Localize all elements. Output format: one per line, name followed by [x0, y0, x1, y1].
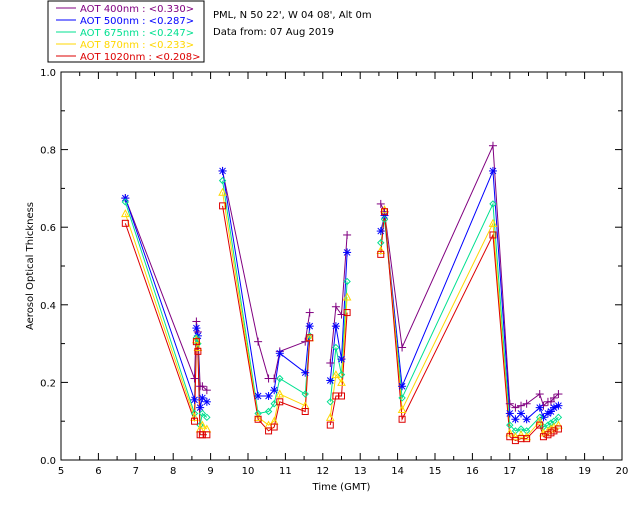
series-line-5 [222, 205, 311, 432]
series-line-4 [380, 209, 559, 438]
data-point-series-2 [343, 248, 352, 257]
data-point-series-1 [305, 308, 314, 317]
x-tick-label: 19 [578, 466, 591, 477]
data-point-series-1 [190, 374, 199, 383]
data-point-series-2 [398, 382, 407, 391]
data-point-series-2 [202, 397, 211, 406]
data-point-series-2 [254, 391, 263, 400]
series-markers [120, 141, 563, 445]
x-tick-label: 5 [58, 466, 64, 477]
x-tick-label: 14 [391, 466, 404, 477]
series-lines [124, 145, 559, 442]
series-line-1 [380, 145, 559, 409]
data-date-text: Data from: 07 Aug 2019 [213, 27, 334, 38]
series-line-4 [222, 192, 311, 426]
data-point-series-1 [254, 337, 263, 346]
x-tick-label: 20 [616, 466, 629, 477]
y-axis-label: Aerosol Optical Thickness [25, 202, 36, 330]
data-point-series-1 [343, 230, 352, 239]
x-tick-label: 11 [279, 466, 292, 477]
x-tick-label: 6 [95, 466, 101, 477]
series-line-2 [380, 170, 559, 420]
data-point-series-2 [190, 395, 199, 404]
data-point-series-2 [522, 415, 531, 424]
x-tick-label: 12 [316, 466, 329, 477]
location-text: PML, N 50 22', W 04 08', Alt 0m [213, 10, 372, 21]
legend-entry-1: AOT 400nm : <0.330> [80, 4, 194, 15]
data-point-series-2 [305, 322, 314, 331]
data-point-series-2 [535, 403, 544, 412]
data-point-series-2 [301, 368, 310, 377]
y-tick-label: 0.0 [40, 456, 56, 467]
data-point-series-2 [275, 349, 284, 358]
y-tick-label: 1.0 [40, 68, 56, 79]
legend-entry-2: AOT 500nm : <0.287> [80, 16, 194, 27]
data-point-series-1 [535, 390, 544, 399]
data-point-series-2 [488, 166, 497, 175]
legend-entry-5: AOT 1020nm : <0.208> [80, 52, 200, 63]
data-point-series-1 [522, 399, 531, 408]
legend-entry-3: AOT 675nm : <0.247> [80, 28, 194, 39]
axis-ticks: 5 6 7 8 9 10 11 12 13 14 15 16 17 18 19 20 0.0 0.2 0.4 0.6 0… [40, 68, 628, 477]
legend-entry-4: AOT 870nm : <0.233> [80, 40, 194, 51]
series-line-1 [124, 197, 208, 391]
x-tick-label: 10 [242, 466, 255, 477]
x-tick-label: 16 [466, 466, 479, 477]
y-tick-label: 0.4 [40, 301, 56, 312]
data-point-series-2 [270, 386, 279, 395]
data-point-series-1 [398, 343, 407, 352]
legend: AOT 400nm : <0.330>AOT 500nm : <0.287>AO… [47, 0, 205, 63]
aot-chart: AOT 400nm : <0.330>AOT 500nm : <0.287>AO… [25, 0, 628, 493]
data-point-series-2 [121, 194, 130, 203]
series-line-5 [380, 211, 559, 442]
y-tick-label: 0.6 [40, 223, 56, 234]
y-tick-label: 0.8 [40, 146, 56, 157]
y-tick-label: 0.2 [40, 378, 56, 389]
x-tick-label: 9 [207, 466, 213, 477]
x-tick-label: 13 [354, 466, 367, 477]
x-axis-label: Time (GMT) [312, 482, 371, 493]
data-point-series-1 [331, 302, 340, 311]
x-tick-label: 18 [541, 466, 554, 477]
data-point-series-2 [376, 227, 385, 236]
x-tick-label: 17 [503, 466, 516, 477]
data-point-series-1 [517, 401, 526, 410]
data-point-series-1 [488, 141, 497, 150]
x-tick-label: 15 [429, 466, 442, 477]
series-line-3 [380, 201, 559, 432]
data-point-series-2 [192, 324, 201, 333]
data-point-series-1 [326, 359, 335, 367]
data-point-series-2 [218, 166, 227, 175]
data-point-series-2 [337, 355, 346, 364]
plot-area [60, 71, 623, 461]
series-line-3 [124, 201, 208, 426]
x-tick-label: 8 [170, 466, 176, 477]
data-point-series-4 [120, 209, 130, 218]
x-tick-label: 7 [133, 466, 139, 477]
data-point-series-2 [331, 322, 340, 331]
data-point-series-1 [376, 199, 385, 208]
data-point-series-2 [554, 401, 563, 410]
